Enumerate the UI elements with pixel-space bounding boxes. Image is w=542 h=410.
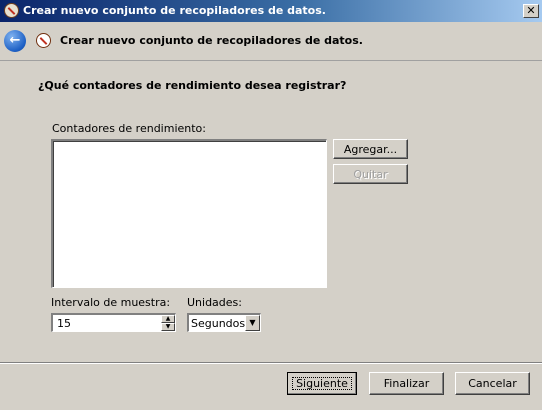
units-label: Unidades: — [187, 296, 242, 309]
title-bar: Crear nuevo conjunto de recopiladores de… — [0, 0, 542, 22]
performance-monitor-icon — [36, 33, 51, 48]
window-title: Crear nuevo conjunto de recopiladores de… — [23, 4, 326, 17]
chevron-down-icon[interactable]: ▼ — [245, 315, 260, 331]
wizard-page: ¿Qué contadores de rendimiento desea reg… — [0, 60, 542, 362]
focus-ring — [292, 377, 352, 390]
remove-button[interactable]: Quitar — [333, 164, 408, 184]
wizard-title: Crear nuevo conjunto de recopiladores de… — [60, 34, 363, 47]
sample-interval-stepper[interactable]: 15 ▲ ▼ — [51, 313, 176, 332]
stepper-down-icon[interactable]: ▼ — [161, 323, 175, 331]
page-question: ¿Qué contadores de rendimiento desea reg… — [38, 79, 347, 92]
add-button[interactable]: Agregar... — [333, 139, 408, 159]
close-button[interactable]: ✕ — [523, 4, 539, 18]
units-select[interactable]: Segundos ▼ — [187, 313, 261, 332]
stepper-buttons: ▲ ▼ — [161, 315, 175, 331]
back-button[interactable]: ← — [4, 30, 26, 52]
performance-counters-list[interactable] — [51, 139, 327, 288]
wizard-header: ← Crear nuevo conjunto de recopiladores … — [0, 22, 542, 60]
close-icon: ✕ — [526, 4, 536, 17]
performance-monitor-icon — [4, 3, 19, 18]
counters-label: Contadores de rendimiento: — [52, 122, 206, 135]
units-selected-value: Segundos — [191, 317, 246, 330]
back-arrow-icon: ← — [9, 33, 21, 48]
finish-button[interactable]: Finalizar — [369, 372, 444, 395]
stepper-up-icon[interactable]: ▲ — [161, 315, 175, 323]
sample-interval-label: Intervalo de muestra: — [51, 296, 171, 309]
next-button[interactable]: Siguiente — [287, 372, 357, 395]
cancel-button[interactable]: Cancelar — [455, 372, 530, 395]
sample-interval-value[interactable]: 15 — [57, 317, 71, 330]
wizard-footer: Siguiente Finalizar Cancelar — [0, 362, 542, 410]
